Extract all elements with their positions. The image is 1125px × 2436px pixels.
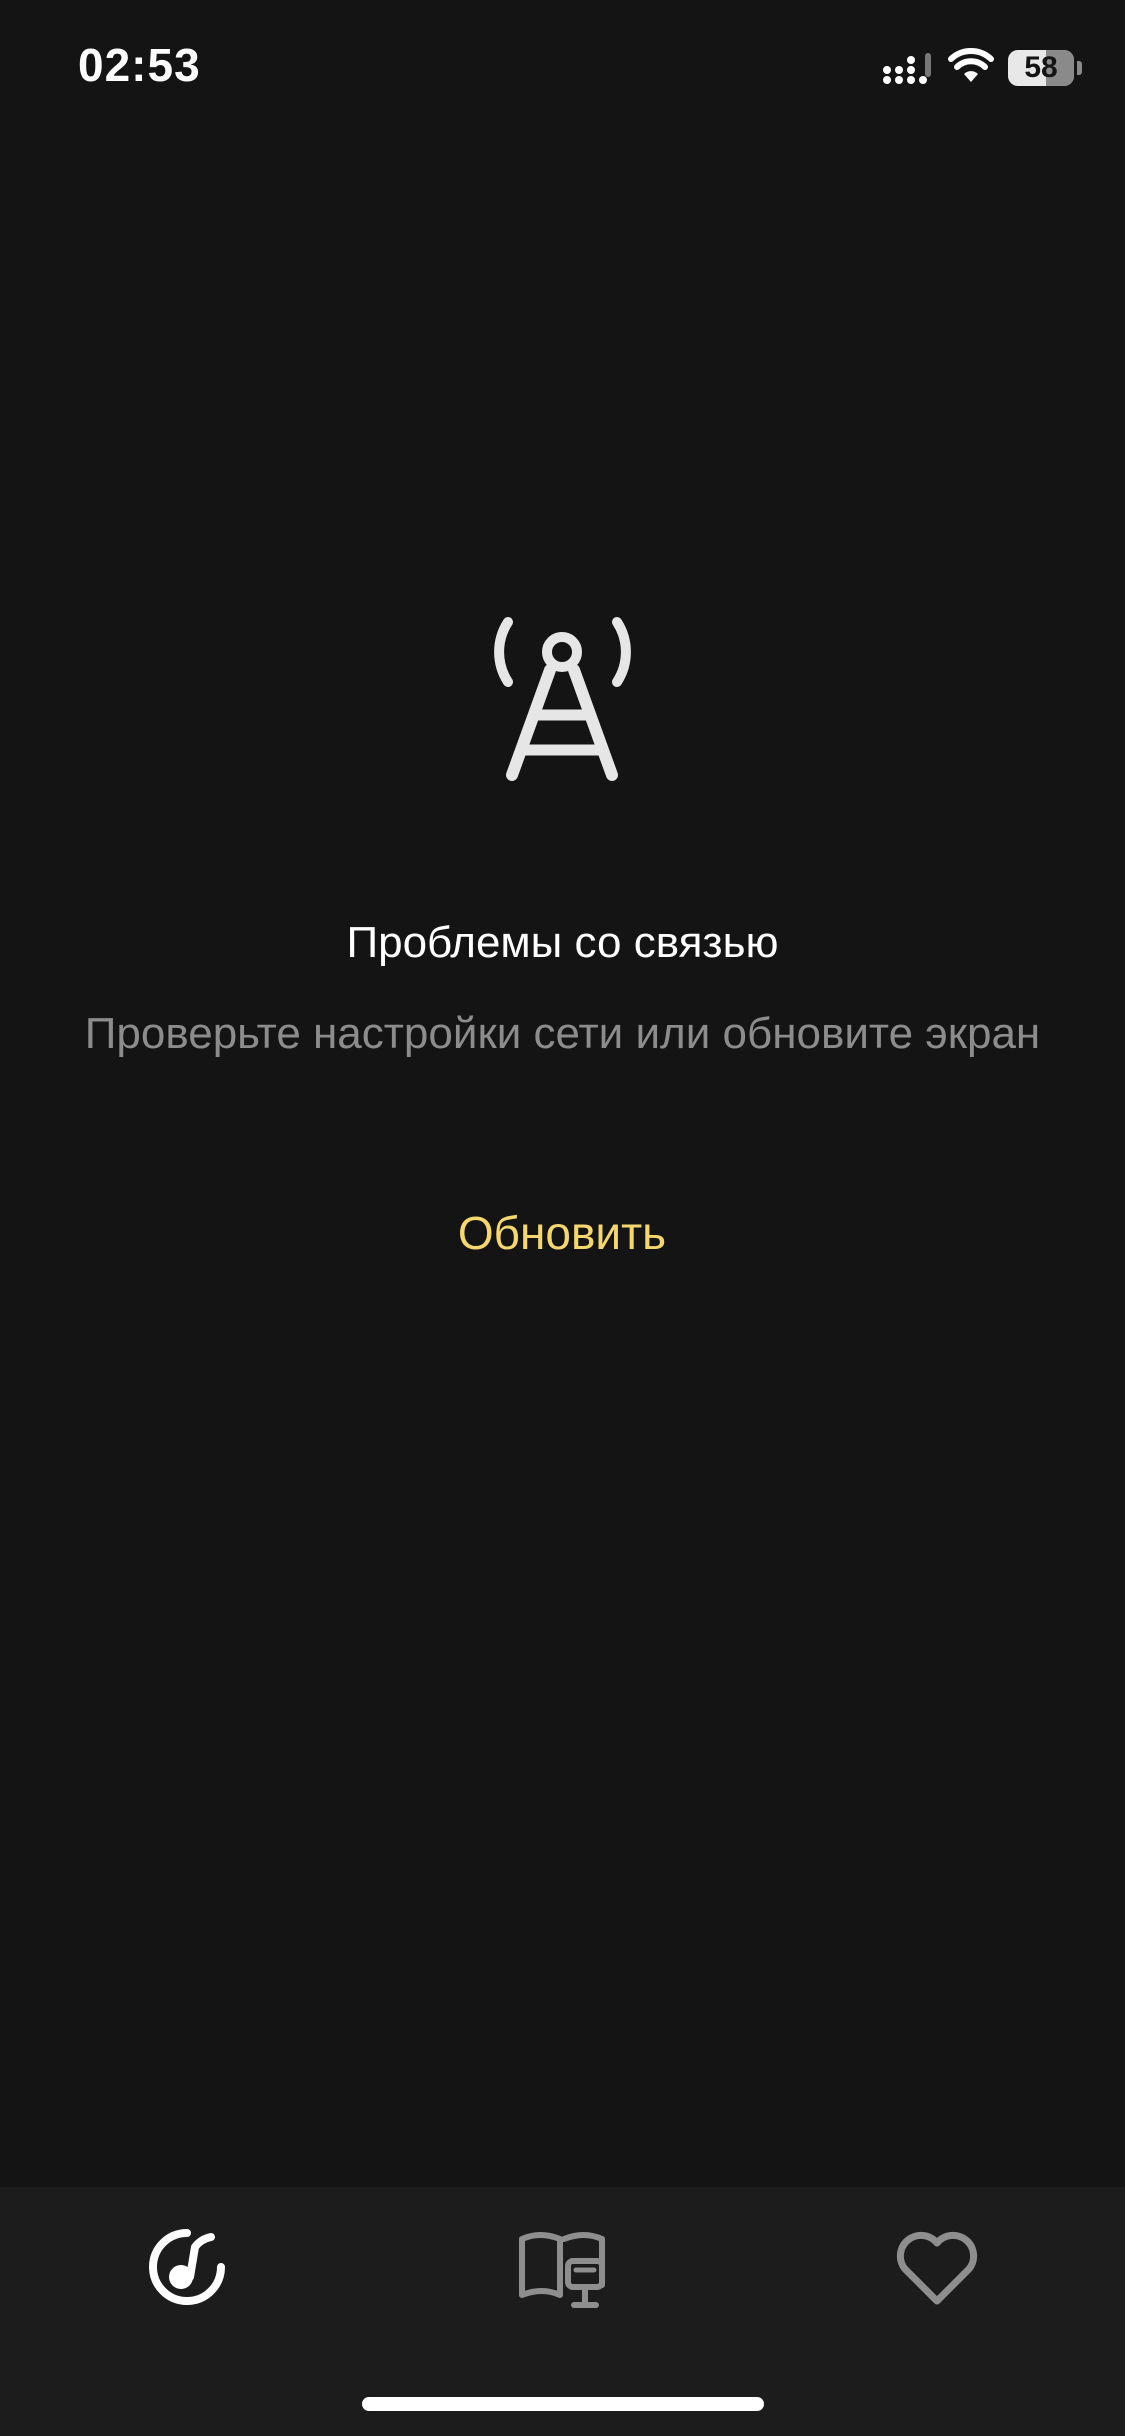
tab-book[interactable] xyxy=(512,2217,612,2317)
signal-icon xyxy=(883,53,931,84)
tab-favorites[interactable] xyxy=(887,2217,987,2317)
tab-music[interactable] xyxy=(137,2217,237,2317)
home-indicator[interactable] xyxy=(362,2397,764,2411)
heart-icon xyxy=(896,2231,978,2305)
book-icon xyxy=(519,2232,605,2308)
cell-tower-icon xyxy=(494,617,631,781)
battery-tip xyxy=(1077,61,1082,75)
status-bar: 02:53 58 xyxy=(0,0,1125,140)
battery-level: 58 xyxy=(1024,51,1058,84)
refresh-button[interactable]: Обновить xyxy=(412,1195,712,1271)
wifi-icon xyxy=(948,48,994,82)
error-title: Проблемы со связью xyxy=(346,918,779,967)
music-icon xyxy=(149,2229,225,2305)
error-subtitle: Проверьте настройки сети или обновите эк… xyxy=(84,1009,1041,1058)
app-screen: 02:53 58 Проблемы со связью Проверьте на… xyxy=(0,0,1125,2436)
battery-icon: 58 xyxy=(1008,50,1074,86)
status-time: 02:53 xyxy=(78,39,201,91)
